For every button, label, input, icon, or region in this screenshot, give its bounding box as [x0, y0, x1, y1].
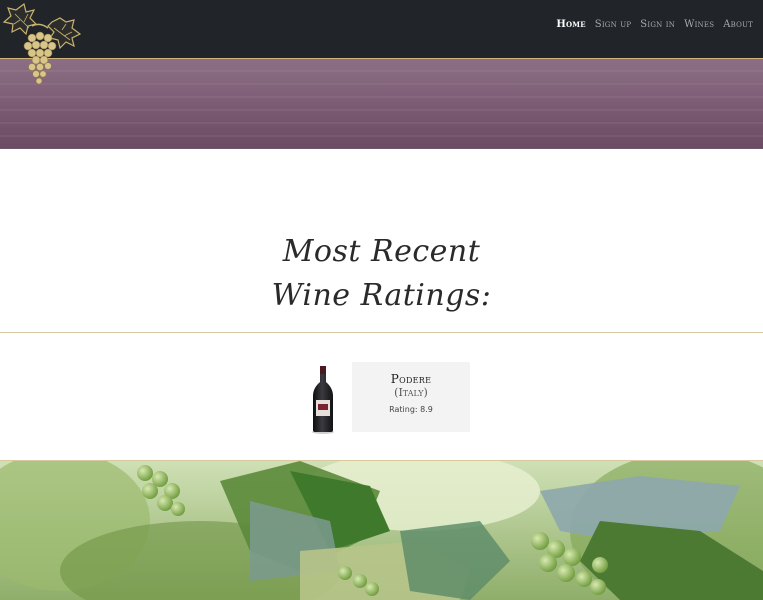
wine-name: Podere: [390, 372, 432, 386]
title-line-1: Most Recent: [282, 234, 481, 269]
page-title: Most Recent Wine Ratings:: [0, 230, 763, 318]
nav-signup-link[interactable]: Sign up: [595, 19, 632, 30]
wine-rating: Rating: 8.9: [389, 405, 433, 414]
wine-country: (Italy): [394, 386, 428, 399]
nav-home-link[interactable]: Home: [556, 19, 585, 30]
grape-cluster-icon: [2, 2, 82, 85]
logo[interactable]: [2, 0, 82, 90]
nav-wines-link[interactable]: Wines: [684, 19, 714, 30]
header-banner: [0, 58, 763, 149]
nav-links: Home Sign up Sign in Wines About: [556, 19, 753, 30]
rating-card[interactable]: Podere (Italy) Rating: 8.9: [352, 362, 470, 432]
nav-about-link[interactable]: About: [723, 19, 753, 30]
vineyard-image: [0, 461, 763, 600]
divider-top: [0, 332, 763, 333]
wine-bottle-icon[interactable]: [309, 364, 337, 434]
nav-signin-link[interactable]: Sign in: [640, 19, 675, 30]
title-line-2: Wine Ratings:: [271, 278, 492, 313]
navbar: Home Sign up Sign in Wines About: [0, 0, 763, 58]
page: Home Sign up Sign in Wines About Most Re…: [0, 0, 763, 600]
